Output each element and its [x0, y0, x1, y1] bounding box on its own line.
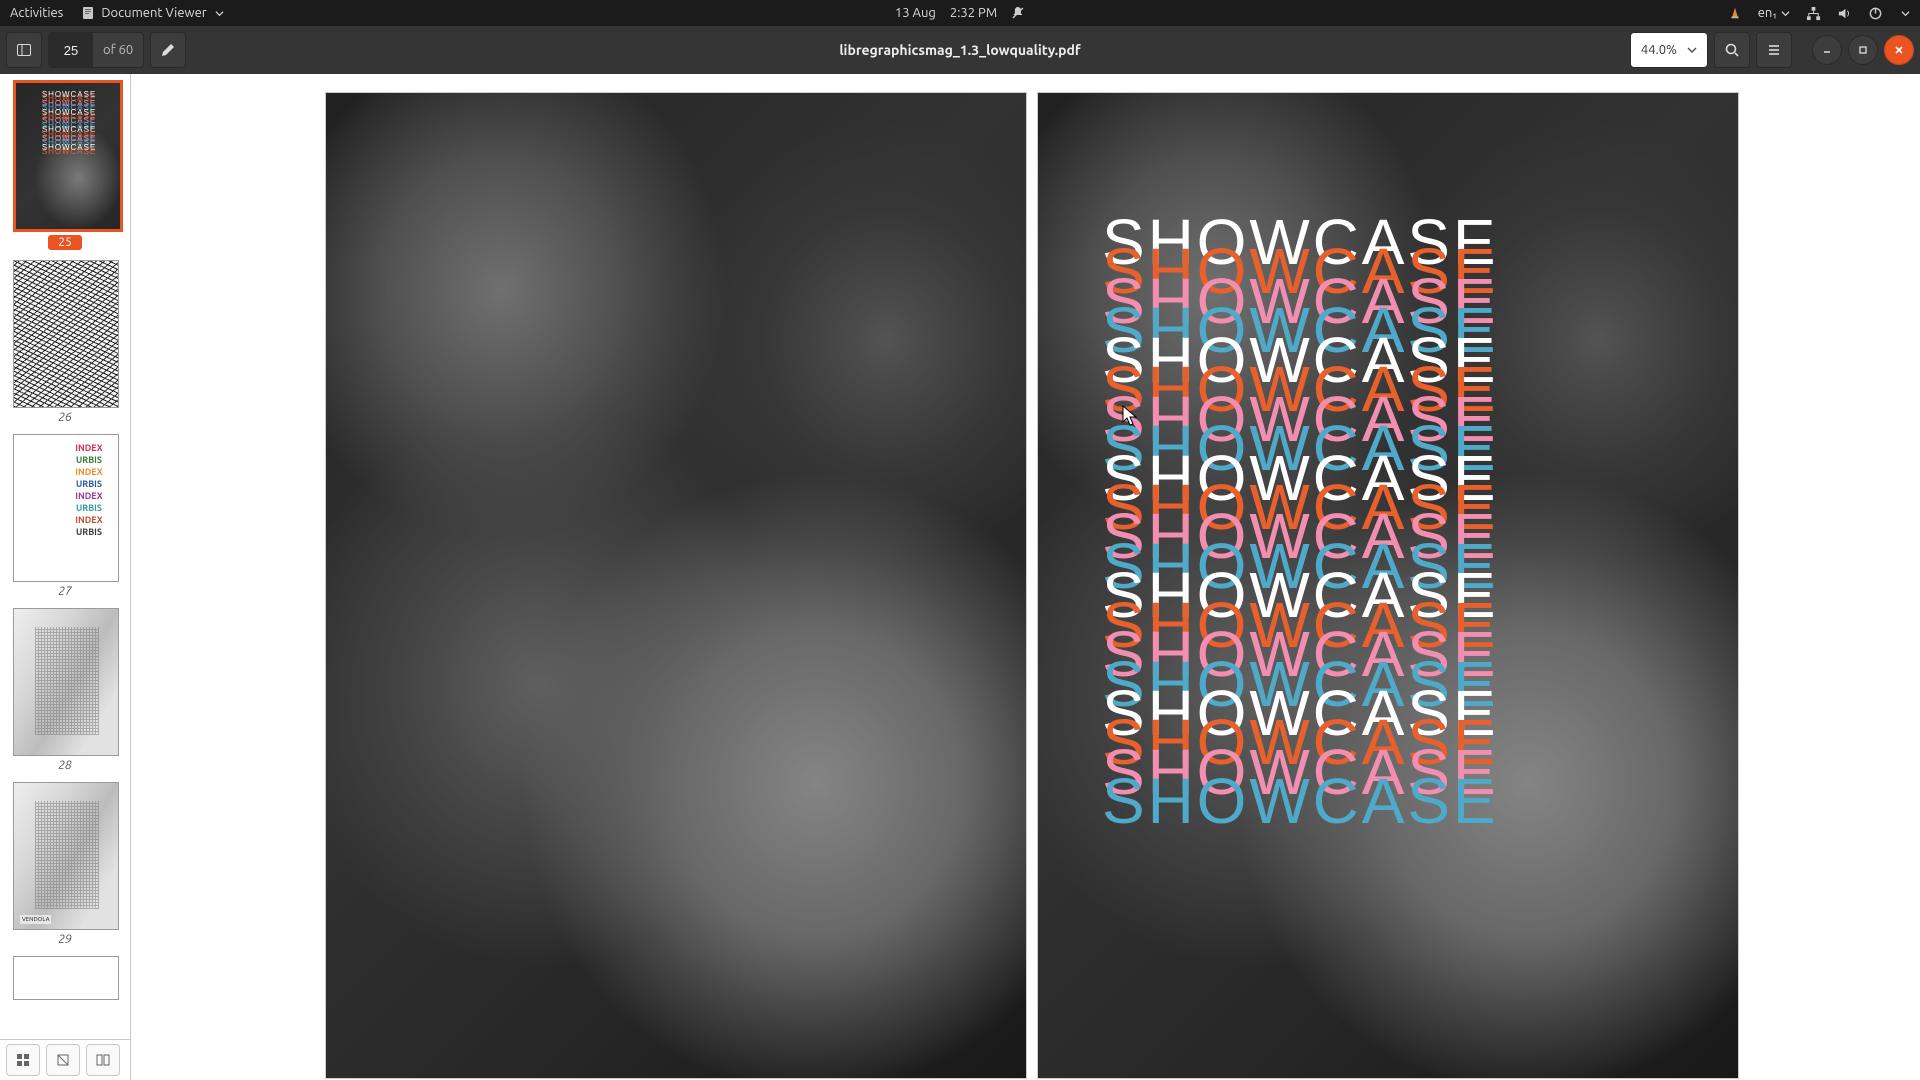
thumbnail-number: 27 [13, 585, 117, 598]
sidebar-view-grid-button[interactable] [6, 1044, 40, 1076]
page-selector: of 60 [48, 32, 144, 68]
page-number-input[interactable] [49, 33, 93, 67]
hamburger-menu-button[interactable] [1756, 32, 1792, 68]
maximize-icon [1857, 44, 1869, 56]
thumbnail-page-28[interactable]: 28 [13, 608, 117, 772]
thumbnail-page-26[interactable]: 26 [13, 260, 117, 424]
outline-icon [56, 1053, 70, 1067]
sidebar-view-annotations-button[interactable] [86, 1044, 120, 1076]
pencil-icon [160, 42, 176, 58]
gnome-top-bar: Activities Document Viewer 13 Aug 2:32 P… [0, 0, 1920, 26]
document-viewer-icon [81, 6, 95, 20]
showcase-text-art: SHOWCASESHOWCASESHOWCASESHOWCASESHOWCASE… [1102, 228, 1698, 817]
app-menu-label: Document Viewer [101, 6, 206, 20]
thumbnail-list[interactable]: SHOWCASESHOWCASESHOWCASESHOWCASESHOWCASE… [0, 74, 130, 1039]
clock-date[interactable]: 13 Aug [895, 6, 936, 20]
clock-time[interactable]: 2:32 PM [950, 6, 997, 20]
thumbnail-number: 25 [48, 235, 82, 250]
document-title: libregraphicsmag_1.3_lowquality.pdf [839, 42, 1080, 58]
zoom-selector[interactable]: 44.0% [1630, 32, 1708, 68]
input-source-indicator[interactable]: en₁ [1758, 6, 1790, 20]
document-canvas[interactable]: SHOWCASESHOWCASESHOWCASESHOWCASESHOWCASE… [131, 74, 1920, 1080]
vlc-cone-icon[interactable] [1728, 6, 1742, 20]
workspace: SHOWCASESHOWCASESHOWCASESHOWCASESHOWCASE… [0, 74, 1920, 1080]
thumbnail-page-25[interactable]: SHOWCASESHOWCASESHOWCASESHOWCASESHOWCASE… [13, 80, 117, 250]
thumbnail-page-27[interactable]: INDEXURBISINDEXURBISINDEXURBISINDEXURBIS… [13, 434, 117, 598]
page-spread: SHOWCASESHOWCASESHOWCASESHOWCASESHOWCASE… [326, 93, 1738, 1078]
chevron-down-icon [1687, 45, 1697, 55]
thumbnail-page-29[interactable]: VENDOLA 29 [13, 782, 117, 946]
close-icon [1893, 44, 1905, 56]
app-headerbar: of 60 libregraphicsmag_1.3_lowquality.pd… [0, 26, 1920, 75]
app-menu[interactable]: Document Viewer [81, 6, 223, 20]
page-total-label: of 60 [93, 43, 143, 57]
page-left [326, 93, 1026, 1078]
toggle-sidebar-button[interactable] [6, 32, 42, 68]
search-button[interactable] [1714, 32, 1750, 68]
search-icon [1724, 42, 1740, 58]
thumbnail-page-30[interactable] [13, 956, 117, 1000]
thumbnail-number: 28 [13, 759, 117, 772]
window-close-button[interactable] [1884, 35, 1914, 65]
thumbnail-number: 26 [13, 411, 117, 424]
annotate-button[interactable] [150, 32, 186, 68]
hamburger-icon [1766, 42, 1782, 58]
volume-icon[interactable] [1837, 6, 1852, 21]
window-minimize-button[interactable] [1812, 35, 1842, 65]
minimize-icon [1821, 44, 1833, 56]
sidebar-footer [0, 1039, 130, 1080]
chevron-down-icon [1901, 9, 1910, 18]
power-icon[interactable] [1868, 6, 1883, 21]
activities-button[interactable]: Activities [10, 6, 63, 20]
window-maximize-button[interactable] [1848, 35, 1878, 65]
network-wired-icon[interactable] [1806, 6, 1821, 21]
dual-page-icon [96, 1053, 110, 1067]
sidebar-view-outline-button[interactable] [46, 1044, 80, 1076]
thumbnail-number: 29 [13, 933, 117, 946]
chevron-down-icon [1781, 9, 1790, 18]
chevron-down-icon [215, 9, 224, 18]
thumbnail-sidebar: SHOWCASESHOWCASESHOWCASESHOWCASESHOWCASE… [0, 74, 131, 1080]
notifications-muted-icon[interactable] [1011, 6, 1025, 20]
zoom-value: 44.0% [1641, 43, 1677, 57]
sidebar-icon [16, 42, 32, 58]
grid-icon [16, 1053, 30, 1067]
page-right: SHOWCASESHOWCASESHOWCASESHOWCASESHOWCASE… [1038, 93, 1738, 1078]
